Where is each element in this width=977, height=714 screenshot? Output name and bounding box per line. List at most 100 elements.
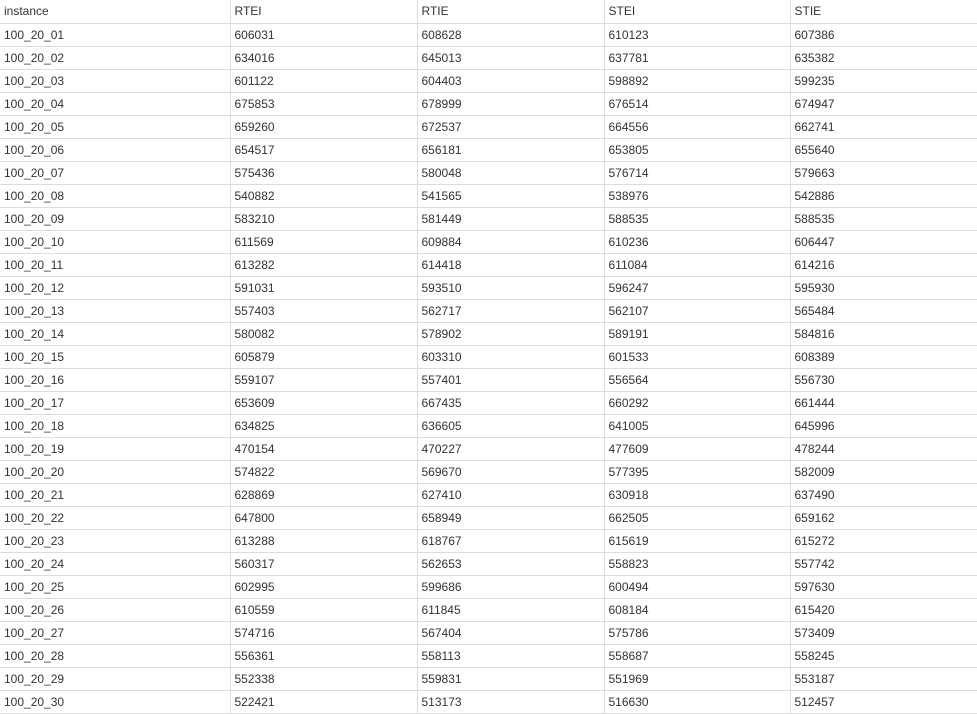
table-row[interactable]: 100_20_16 559107 557401 556564 556730 bbox=[0, 368, 977, 392]
cell-rtie: 558113 bbox=[416, 644, 604, 668]
cell-rtie: 658949 bbox=[416, 506, 604, 530]
table-row[interactable]: 100_20_18 634825 636605 641005 645996 bbox=[0, 414, 977, 438]
table-row[interactable]: 100_20_21 628869 627410 630918 637490 bbox=[0, 483, 977, 507]
cell-stie: 607386 bbox=[789, 23, 977, 47]
cell-stei: 600494 bbox=[603, 575, 790, 599]
cell-stie: 557742 bbox=[789, 552, 977, 576]
cell-rtie: 580048 bbox=[416, 161, 604, 185]
table-row[interactable]: 100_20_06 654517 656181 653805 655640 bbox=[0, 138, 977, 162]
cell-instance: 100_20_30 bbox=[0, 690, 230, 714]
cell-instance: 100_20_03 bbox=[0, 69, 230, 93]
table-row[interactable]: 100_20_30 522421 513173 516630 512457 bbox=[0, 690, 977, 714]
cell-instance: 100_20_04 bbox=[0, 92, 230, 116]
cell-rtie: 614418 bbox=[416, 253, 604, 277]
table-row[interactable]: 100_20_26 610559 611845 608184 615420 bbox=[0, 598, 977, 622]
cell-rtie: 636605 bbox=[416, 414, 604, 438]
cell-rtei: 574822 bbox=[229, 460, 417, 484]
cell-rtei: 610559 bbox=[229, 598, 417, 622]
cell-rtie: 593510 bbox=[416, 276, 604, 300]
cell-rtie: 618767 bbox=[416, 529, 604, 553]
cell-rtei: 580082 bbox=[229, 322, 417, 346]
table-row[interactable]: 100_20_13 557403 562717 562107 565484 bbox=[0, 299, 977, 323]
cell-rtie: 608628 bbox=[416, 23, 604, 47]
cell-rtie: 578902 bbox=[416, 322, 604, 346]
table-row[interactable]: 100_20_12 591031 593510 596247 595930 bbox=[0, 276, 977, 300]
cell-stie: 512457 bbox=[789, 690, 977, 714]
cell-stei: 676514 bbox=[603, 92, 790, 116]
cell-stei: 598892 bbox=[603, 69, 790, 93]
column-header-instance[interactable]: instance bbox=[0, 0, 230, 24]
results-table: instance RTEI RTIE STEI STIE 100_20_01 60… bbox=[0, 0, 977, 714]
cell-rtie: 609884 bbox=[416, 230, 604, 254]
table-row[interactable]: 100_20_24 560317 562653 558823 557742 bbox=[0, 552, 977, 576]
cell-stei: 641005 bbox=[603, 414, 790, 438]
cell-stei: 577395 bbox=[603, 460, 790, 484]
table-row[interactable]: 100_20_08 540882 541565 538976 542886 bbox=[0, 184, 977, 208]
column-header-rtei[interactable]: RTEI bbox=[229, 0, 417, 24]
cell-stei: 477609 bbox=[603, 437, 790, 461]
cell-instance: 100_20_10 bbox=[0, 230, 230, 254]
cell-rtei: 522421 bbox=[229, 690, 417, 714]
cell-instance: 100_20_21 bbox=[0, 483, 230, 507]
cell-rtei: 602995 bbox=[229, 575, 417, 599]
cell-instance: 100_20_29 bbox=[0, 667, 230, 691]
cell-rtie: 627410 bbox=[416, 483, 604, 507]
cell-stei: 637781 bbox=[603, 46, 790, 70]
cell-rtie: 559831 bbox=[416, 667, 604, 691]
cell-stie: 582009 bbox=[789, 460, 977, 484]
table-row[interactable]: 100_20_07 575436 580048 576714 579663 bbox=[0, 161, 977, 185]
table-row[interactable]: 100_20_03 601122 604403 598892 599235 bbox=[0, 69, 977, 93]
cell-instance: 100_20_16 bbox=[0, 368, 230, 392]
cell-rtei: 611569 bbox=[229, 230, 417, 254]
table-row[interactable]: 100_20_17 653609 667435 660292 661444 bbox=[0, 391, 977, 415]
cell-stie: 558245 bbox=[789, 644, 977, 668]
cell-stie: 553187 bbox=[789, 667, 977, 691]
cell-rtei: 606031 bbox=[229, 23, 417, 47]
cell-rtie: 672537 bbox=[416, 115, 604, 139]
table-row[interactable]: 100_20_19 470154 470227 477609 478244 bbox=[0, 437, 977, 461]
cell-rtei: 559107 bbox=[229, 368, 417, 392]
cell-stie: 608389 bbox=[789, 345, 977, 369]
cell-rtie: 513173 bbox=[416, 690, 604, 714]
cell-rtie: 569670 bbox=[416, 460, 604, 484]
column-header-stie[interactable]: STIE bbox=[789, 0, 977, 24]
column-header-rtie[interactable]: RTIE bbox=[416, 0, 604, 24]
cell-stie: 478244 bbox=[789, 437, 977, 461]
table-row[interactable]: 100_20_04 675853 678999 676514 674947 bbox=[0, 92, 977, 116]
cell-stei: 608184 bbox=[603, 598, 790, 622]
cell-instance: 100_20_08 bbox=[0, 184, 230, 208]
cell-instance: 100_20_17 bbox=[0, 391, 230, 415]
cell-rtei: 634016 bbox=[229, 46, 417, 70]
cell-stei: 558687 bbox=[603, 644, 790, 668]
cell-instance: 100_20_09 bbox=[0, 207, 230, 231]
table-row[interactable]: 100_20_10 611569 609884 610236 606447 bbox=[0, 230, 977, 254]
cell-stei: 630918 bbox=[603, 483, 790, 507]
cell-rtie: 562653 bbox=[416, 552, 604, 576]
table-row[interactable]: 100_20_09 583210 581449 588535 588535 bbox=[0, 207, 977, 231]
cell-stei: 601533 bbox=[603, 345, 790, 369]
table-row[interactable]: 100_20_11 613282 614418 611084 614216 bbox=[0, 253, 977, 277]
table-row[interactable]: 100_20_28 556361 558113 558687 558245 bbox=[0, 644, 977, 668]
table-row[interactable]: 100_20_27 574716 567404 575786 573409 bbox=[0, 621, 977, 645]
table-row[interactable]: 100_20_22 647800 658949 662505 659162 bbox=[0, 506, 977, 530]
table-row[interactable]: 100_20_25 602995 599686 600494 597630 bbox=[0, 575, 977, 599]
cell-rtie: 678999 bbox=[416, 92, 604, 116]
table-row[interactable]: 100_20_01 606031 608628 610123 607386 bbox=[0, 23, 977, 47]
cell-rtei: 583210 bbox=[229, 207, 417, 231]
column-header-stei[interactable]: STEI bbox=[603, 0, 790, 24]
cell-stei: 558823 bbox=[603, 552, 790, 576]
cell-rtie: 581449 bbox=[416, 207, 604, 231]
cell-rtei: 634825 bbox=[229, 414, 417, 438]
table-row[interactable]: 100_20_14 580082 578902 589191 584816 bbox=[0, 322, 977, 346]
cell-stie: 661444 bbox=[789, 391, 977, 415]
table-row[interactable]: 100_20_29 552338 559831 551969 553187 bbox=[0, 667, 977, 691]
cell-stie: 595930 bbox=[789, 276, 977, 300]
cell-stie: 565484 bbox=[789, 299, 977, 323]
table-row[interactable]: 100_20_20 574822 569670 577395 582009 bbox=[0, 460, 977, 484]
table-row[interactable]: 100_20_02 634016 645013 637781 635382 bbox=[0, 46, 977, 70]
cell-stie: 597630 bbox=[789, 575, 977, 599]
table-row[interactable]: 100_20_15 605879 603310 601533 608389 bbox=[0, 345, 977, 369]
table-row[interactable]: 100_20_05 659260 672537 664556 662741 bbox=[0, 115, 977, 139]
cell-instance: 100_20_18 bbox=[0, 414, 230, 438]
table-row[interactable]: 100_20_23 613288 618767 615619 615272 bbox=[0, 529, 977, 553]
